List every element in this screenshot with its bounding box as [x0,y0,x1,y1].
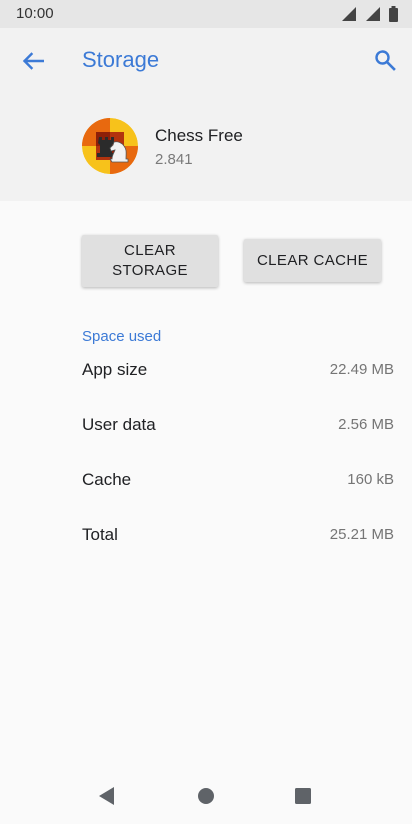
row-value: 22.49 MB [329,361,394,378]
search-button[interactable] [370,45,400,75]
list-item-app-size: App size 22.49 MB [82,360,394,388]
space-used-title: Space used [82,328,162,345]
back-triangle-icon [99,787,114,805]
home-circle-icon [198,788,214,804]
nav-back-button[interactable] [94,784,118,808]
clear-storage-label: CLEAR STORAGE [112,241,188,281]
row-label: User data [82,415,156,434]
back-button[interactable] [16,46,50,76]
row-value: 160 kB [347,471,394,488]
signal-icon [366,7,380,21]
chess-app-icon [82,118,138,174]
list-item-total: Total 25.21 MB [82,525,394,553]
nav-home-button[interactable] [194,784,218,808]
page-title: Storage [82,47,160,72]
status-time: 10:00 [16,5,54,22]
row-value: 25.21 MB [329,526,394,543]
clear-cache-button[interactable]: CLEAR CACHE [244,239,381,282]
app-name: Chess Free [155,126,243,145]
wifi-icon [342,7,356,21]
arrow-left-icon [22,52,44,70]
app-header: Storage Chess Free 2.841 [0,28,412,201]
nav-recents-button[interactable] [291,784,315,808]
recents-square-icon [295,788,311,804]
status-icons [341,6,398,22]
row-label: Cache [82,470,132,489]
navigation-bar [0,768,412,824]
battery-icon [389,6,398,22]
row-label: Total [82,525,118,544]
clear-storage-button[interactable]: CLEAR STORAGE [82,235,218,287]
search-icon [375,50,396,71]
clear-storage-label-line2: STORAGE [112,262,188,279]
row-value: 2.56 MB [338,416,394,433]
row-label: App size [82,360,148,379]
clear-storage-label-line1: CLEAR [123,242,177,259]
app-version: 2.841 [155,151,193,168]
status-bar: 10:00 [0,0,412,28]
list-item-cache: Cache 160 kB [82,470,394,498]
list-item-user-data: User data 2.56 MB [82,415,394,443]
